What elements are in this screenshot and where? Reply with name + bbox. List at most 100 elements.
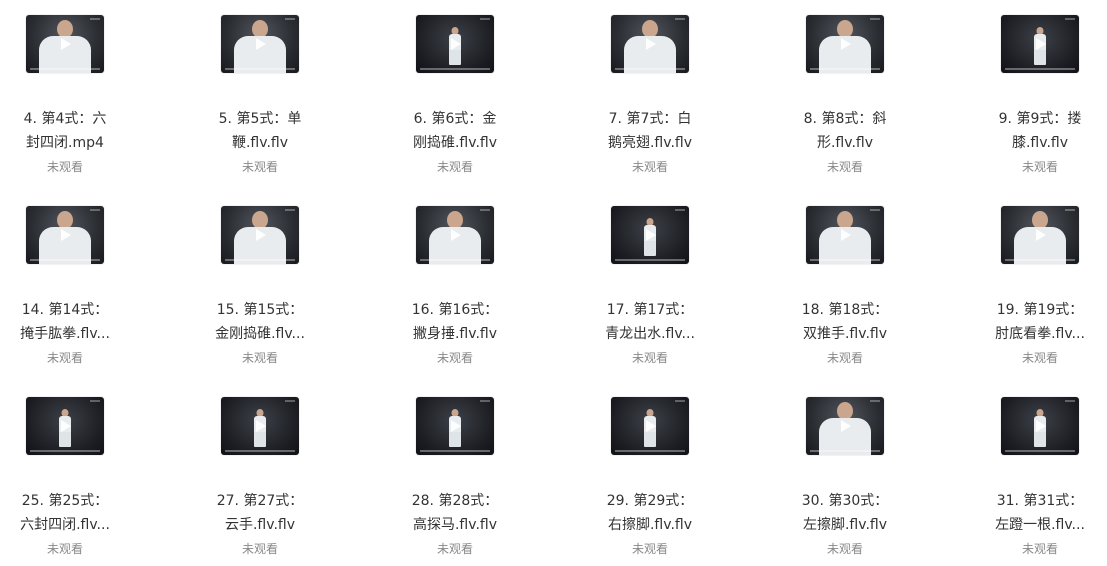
video-item[interactable]: 4. 第4式：六 封四闭.mp4 未观看 <box>0 15 140 176</box>
video-thumbnail[interactable] <box>416 206 494 264</box>
video-item[interactable]: 17. 第17式： 青龙出水.flv... 未观看 <box>575 206 725 367</box>
video-title[interactable]: 18. 第18式： 双推手.flv.flv <box>791 298 899 346</box>
play-icon[interactable] <box>646 420 656 432</box>
play-icon[interactable] <box>256 229 266 241</box>
video-title[interactable]: 31. 第31式： 左蹬一根.flv... <box>986 489 1094 537</box>
play-icon[interactable] <box>61 38 71 50</box>
video-title[interactable]: 7. 第7式：白 鹅亮翅.flv.flv <box>596 107 704 155</box>
video-item[interactable]: 19. 第19式： 肘底看拳.flv... 未观看 <box>965 206 1107 367</box>
play-icon[interactable] <box>841 38 851 50</box>
video-thumbnail[interactable] <box>26 206 104 264</box>
video-title-line-1: 18. 第18式： <box>801 302 889 318</box>
thumbnail-watermark <box>480 400 490 402</box>
video-title-line-1: 16. 第16式： <box>411 302 499 318</box>
video-title-line-1: 29. 第29式： <box>606 493 694 509</box>
video-thumbnail[interactable] <box>611 15 689 73</box>
video-item[interactable]: 18. 第18式： 双推手.flv.flv 未观看 <box>770 206 920 367</box>
video-title[interactable]: 16. 第16式： 撇身捶.flv.flv <box>401 298 509 346</box>
video-item[interactable]: 6. 第6式：金 刚捣碓.flv.flv 未观看 <box>380 15 530 176</box>
play-icon[interactable] <box>256 38 266 50</box>
thumbnail-watermark <box>675 209 685 211</box>
video-item[interactable]: 9. 第9式：搂 膝.flv.flv 未观看 <box>965 15 1107 176</box>
video-title[interactable]: 5. 第5式：单 鞭.flv.flv <box>206 107 314 155</box>
video-title-line-2: 左擦脚.flv.flv <box>802 517 888 533</box>
watch-status: 未观看 <box>436 542 473 556</box>
video-title[interactable]: 17. 第17式： 青龙出水.flv... <box>596 298 704 346</box>
video-title[interactable]: 25. 第25式： 六封四闭.flv... <box>11 489 119 537</box>
video-thumbnail[interactable] <box>221 206 299 264</box>
video-thumbnail[interactable] <box>221 15 299 73</box>
video-thumbnail[interactable] <box>416 397 494 455</box>
video-title[interactable]: 29. 第29式： 右擦脚.flv.flv <box>596 489 704 537</box>
video-thumbnail[interactable] <box>26 15 104 73</box>
video-item[interactable]: 29. 第29式： 右擦脚.flv.flv 未观看 <box>575 397 725 558</box>
video-title[interactable]: 19. 第19式： 肘底看拳.flv... <box>986 298 1094 346</box>
video-item[interactable]: 14. 第14式： 掩手肱拳.flv... 未观看 <box>0 206 140 367</box>
video-title-line-1: 31. 第31式： <box>996 493 1084 509</box>
watch-status: 未观看 <box>1021 351 1058 365</box>
thumbnail-subtitle-strip <box>420 450 490 452</box>
video-title[interactable]: 4. 第4式：六 封四闭.mp4 <box>11 107 119 155</box>
play-icon[interactable] <box>1036 38 1046 50</box>
video-thumbnail[interactable] <box>611 397 689 455</box>
video-title[interactable]: 30. 第30式： 左擦脚.flv.flv <box>791 489 899 537</box>
video-item[interactable]: 30. 第30式： 左擦脚.flv.flv 未观看 <box>770 397 920 558</box>
video-title[interactable]: 8. 第8式：斜 形.flv.flv <box>791 107 899 155</box>
play-icon[interactable] <box>61 420 71 432</box>
thumbnail-watermark <box>1065 209 1075 211</box>
video-title[interactable]: 9. 第9式：搂 膝.flv.flv <box>986 107 1094 155</box>
thumbnail-watermark <box>1065 400 1075 402</box>
watch-status: 未观看 <box>826 542 863 556</box>
play-icon[interactable] <box>841 229 851 241</box>
play-icon[interactable] <box>646 229 656 241</box>
video-title[interactable]: 14. 第14式： 掩手肱拳.flv... <box>11 298 119 346</box>
video-item[interactable]: 16. 第16式： 撇身捶.flv.flv 未观看 <box>380 206 530 367</box>
play-icon[interactable] <box>451 38 461 50</box>
play-icon[interactable] <box>256 420 266 432</box>
thumbnail-person-legs <box>254 432 266 447</box>
play-icon[interactable] <box>61 229 71 241</box>
thumbnail-watermark <box>480 209 490 211</box>
play-icon[interactable] <box>1036 229 1046 241</box>
video-thumbnail[interactable] <box>1001 15 1079 73</box>
watch-status: 未观看 <box>46 160 83 174</box>
video-thumbnail[interactable] <box>1001 206 1079 264</box>
video-item[interactable]: 5. 第5式：单 鞭.flv.flv 未观看 <box>185 15 335 176</box>
thumbnail-watermark <box>90 209 100 211</box>
video-title[interactable]: 15. 第15式： 金刚捣碓.flv... <box>206 298 314 346</box>
video-thumbnail[interactable] <box>26 397 104 455</box>
video-item[interactable]: 7. 第7式：白 鹅亮翅.flv.flv 未观看 <box>575 15 725 176</box>
thumbnail-watermark <box>480 18 490 20</box>
video-thumbnail[interactable] <box>806 15 884 73</box>
thumbnail-subtitle-strip <box>615 68 685 70</box>
video-thumbnail[interactable] <box>1001 397 1079 455</box>
video-title[interactable]: 6. 第6式：金 刚捣碓.flv.flv <box>401 107 509 155</box>
play-icon[interactable] <box>451 420 461 432</box>
video-item[interactable]: 31. 第31式： 左蹬一根.flv... 未观看 <box>965 397 1107 558</box>
play-icon[interactable] <box>646 38 656 50</box>
video-thumbnail[interactable] <box>806 397 884 455</box>
video-title[interactable]: 28. 第28式： 高探马.flv.flv <box>401 489 509 537</box>
thumbnail-subtitle-strip <box>420 259 490 261</box>
play-icon[interactable] <box>841 420 851 432</box>
thumbnail-watermark <box>285 18 295 20</box>
video-item[interactable]: 8. 第8式：斜 形.flv.flv 未观看 <box>770 15 920 176</box>
video-thumbnail[interactable] <box>611 206 689 264</box>
thumbnail-watermark <box>1065 18 1075 20</box>
video-item[interactable]: 25. 第25式： 六封四闭.flv... 未观看 <box>0 397 140 558</box>
video-item[interactable]: 15. 第15式： 金刚捣碓.flv... 未观看 <box>185 206 335 367</box>
watch-status: 未观看 <box>241 160 278 174</box>
video-item[interactable]: 27. 第27式： 云手.flv.flv 未观看 <box>185 397 335 558</box>
video-title-line-1: 4. 第4式：六 <box>23 111 107 127</box>
video-title[interactable]: 27. 第27式： 云手.flv.flv <box>206 489 314 537</box>
play-icon[interactable] <box>451 229 461 241</box>
video-thumbnail[interactable] <box>806 206 884 264</box>
video-thumbnail[interactable] <box>416 15 494 73</box>
thumbnail-subtitle-strip <box>225 450 295 452</box>
thumbnail-subtitle-strip <box>30 259 100 261</box>
video-item[interactable]: 28. 第28式： 高探马.flv.flv 未观看 <box>380 397 530 558</box>
video-title-line-1: 9. 第9式：搂 <box>998 111 1082 127</box>
video-thumbnail[interactable] <box>221 397 299 455</box>
video-title-line-1: 19. 第19式： <box>996 302 1084 318</box>
play-icon[interactable] <box>1036 420 1046 432</box>
